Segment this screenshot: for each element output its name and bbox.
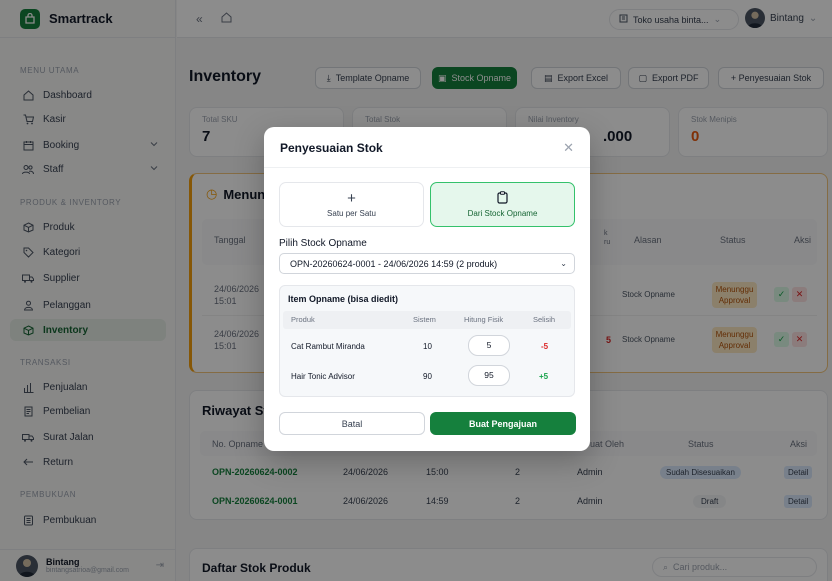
option-from-opname-button[interactable]: Dari Stock Opname — [430, 182, 575, 227]
opname-items-panel: Item Opname (bisa diedit) Produk Sistem … — [279, 285, 575, 397]
close-icon[interactable]: ✕ — [563, 140, 574, 156]
divider — [264, 167, 590, 168]
items-title: Item Opname (bisa diedit) — [288, 294, 399, 304]
select-label: Pilih Stock Opname — [279, 238, 367, 249]
count-input[interactable]: 5 — [468, 335, 510, 356]
items-table-header: Produk Sistem Hitung Fisik Selisih — [283, 311, 571, 329]
option-single-button[interactable]: + Satu per Satu — [279, 182, 424, 227]
stock-adjustment-modal: Penyesuaian Stok ✕ + Satu per Satu Dari … — [264, 127, 590, 451]
chevron-down-icon: ⌄ — [560, 259, 567, 268]
table-row: Cat Rambut Miranda 10 5 -5 — [283, 332, 571, 360]
modal-title: Penyesuaian Stok — [280, 141, 383, 155]
clipboard-icon — [497, 191, 508, 206]
submit-request-button[interactable]: Buat Pengajuan — [430, 412, 576, 435]
table-row: Hair Tonic Advisor 90 95 +5 — [283, 362, 571, 390]
opname-select[interactable]: OPN-20260624-0001 - 24/06/2026 14:59 (2 … — [279, 253, 575, 274]
cancel-button[interactable]: Batal — [279, 412, 425, 435]
plus-icon: + — [347, 189, 356, 207]
count-input[interactable]: 95 — [468, 365, 510, 386]
